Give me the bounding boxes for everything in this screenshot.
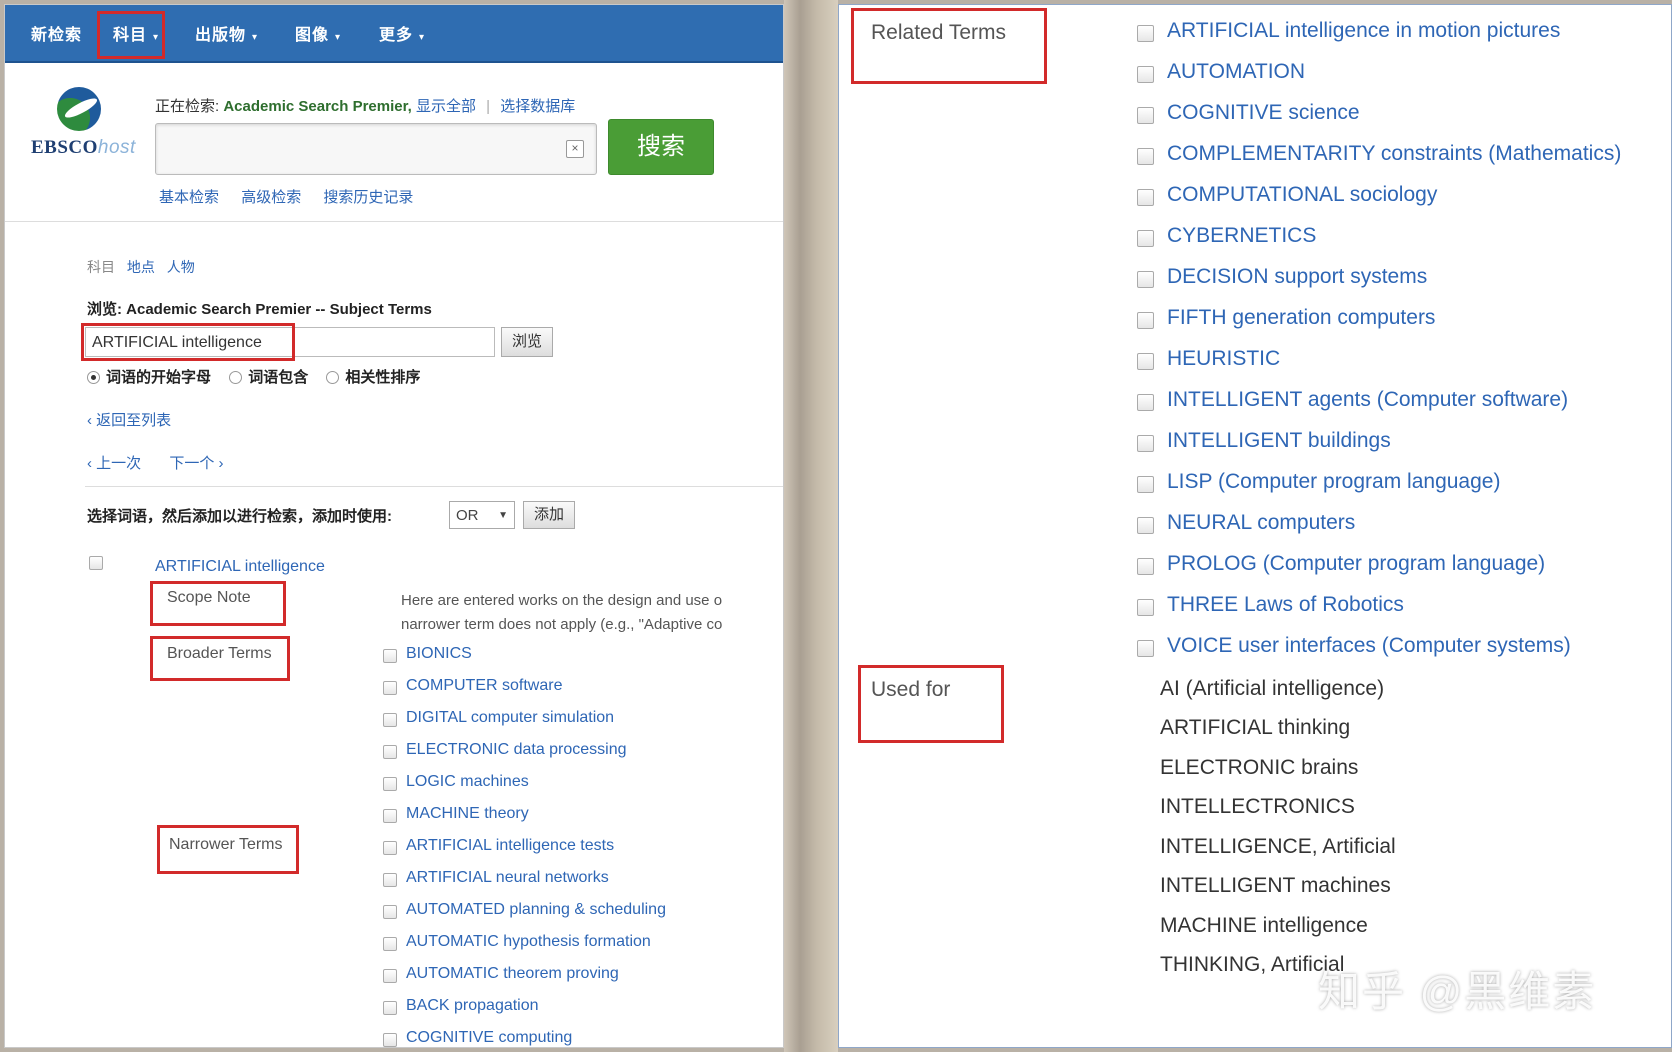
nav-publications[interactable]: 出版物 ▾ <box>195 21 258 45</box>
highlight-box-browse-input <box>81 323 295 361</box>
used-for-item: INTELLIGENT machines <box>1160 874 1391 897</box>
used-for-label: Used for <box>871 678 951 701</box>
add-instruction: 选择词语，然后添加以进行检索，添加时使用: <box>87 508 392 525</box>
scope-note-text: Here are entered works on the design and… <box>401 592 723 633</box>
term-checkbox[interactable] <box>383 1033 397 1047</box>
radio-starts-with[interactable]: 词语的开始字母 <box>87 369 211 386</box>
term-checkbox[interactable] <box>383 713 397 727</box>
pager: ‹ 上一次 下一个 › <box>87 452 248 473</box>
used-for-item: ARTIFICIAL thinking <box>1160 716 1351 739</box>
term-checkbox[interactable] <box>1137 230 1154 247</box>
term-checkbox[interactable] <box>383 937 397 951</box>
search-history-link[interactable]: 搜索历史记录 <box>323 189 413 206</box>
search-mode-links: 基本检索 高级检索 搜索历史记录 <box>159 186 431 207</box>
main-term-link[interactable]: ARTIFICIAL intelligence <box>155 558 325 576</box>
search-input[interactable]: × <box>155 123 597 175</box>
chevron-down-icon: ▾ <box>252 32 259 43</box>
nav-new-search[interactable]: 新检索 <box>31 21 82 45</box>
term-checkbox[interactable] <box>383 681 397 695</box>
top-navigation-bar: 新检索 科目 ▾ 出版物 ▾ 图像 ▾ 更多 ▾ <box>5 5 783 63</box>
term-checkbox[interactable] <box>1137 107 1154 124</box>
radio-selected-icon <box>87 370 100 384</box>
next-link[interactable]: 下一个 › <box>169 455 223 472</box>
previous-link[interactable]: ‹ 上一次 <box>87 455 141 472</box>
term-checkbox[interactable] <box>1137 435 1154 452</box>
term-checkbox[interactable] <box>1137 640 1154 657</box>
term-checkbox[interactable] <box>383 777 397 791</box>
term-checkbox[interactable] <box>1137 599 1154 616</box>
divider <box>5 221 783 222</box>
term-checkbox[interactable] <box>383 905 397 919</box>
highlight-box-subjects <box>97 11 165 59</box>
chevron-down-icon: ▾ <box>335 32 342 43</box>
highlight-box-used-for <box>858 665 1004 743</box>
used-for-item: THINKING, Artificial <box>1160 953 1345 976</box>
browse-button[interactable]: 浏览 <box>501 327 553 357</box>
main-term-checkbox[interactable] <box>89 556 103 570</box>
related-terms-panel: Related Terms ARTIFICIAL intelligence in… <box>838 4 1672 1048</box>
used-for-item: ELECTRONIC brains <box>1160 756 1359 779</box>
tab-places[interactable]: 地点 <box>127 259 155 275</box>
show-all-link[interactable]: 显示全部 <box>416 98 476 115</box>
term-checkbox[interactable] <box>1137 476 1154 493</box>
radio-icon <box>229 370 243 384</box>
ebsco-browse-panel: 新检索 科目 ▾ 出版物 ▾ 图像 ▾ 更多 ▾ EBSCOhost 正在检索: Aca… <box>4 4 784 1048</box>
operator-select[interactable]: OR ▼ <box>449 501 515 529</box>
advanced-search-link[interactable]: 高级检索 <box>241 189 301 206</box>
term-checkbox[interactable] <box>383 1001 397 1015</box>
chevron-down-icon: ▾ <box>419 32 426 43</box>
watermark: 知乎 @黑维素 <box>1318 968 1597 1015</box>
term-checkbox[interactable] <box>1137 312 1154 329</box>
nav-more[interactable]: 更多 ▾ <box>379 21 425 45</box>
radio-icon <box>326 370 340 384</box>
search-button[interactable]: 搜索 <box>608 119 714 175</box>
basic-search-link[interactable]: 基本检索 <box>159 189 219 206</box>
term-checkbox[interactable] <box>383 809 397 823</box>
term-checkbox[interactable] <box>1137 189 1154 206</box>
term-checkbox[interactable] <box>1137 353 1154 370</box>
term-checkbox[interactable] <box>1137 148 1154 165</box>
term-checkbox[interactable] <box>1137 66 1154 83</box>
add-button[interactable]: 添加 <box>523 501 575 529</box>
radio-relevance[interactable]: 相关性排序 <box>326 369 420 386</box>
window-divider <box>784 0 838 1052</box>
ebsco-logo-icon <box>57 87 101 131</box>
used-for-item: INTELLECTRONICS <box>1160 795 1355 818</box>
used-for-item: INTELLIGENCE, Artificial <box>1160 835 1396 858</box>
term-checkbox[interactable] <box>383 841 397 855</box>
highlight-box-related-terms <box>851 8 1047 84</box>
term-checkbox[interactable] <box>1137 25 1154 42</box>
broader-terms-label: Broader Terms <box>167 645 272 662</box>
scope-note-label: Scope Note <box>167 589 251 606</box>
tab-people[interactable]: 人物 <box>167 259 195 275</box>
clear-icon[interactable]: × <box>566 140 584 158</box>
searching-database-line: 正在检索: Academic Search Premier, 显示全部 | 选择… <box>155 98 576 115</box>
tab-subjects: 科目 <box>87 259 115 275</box>
term-checkbox[interactable] <box>383 649 397 663</box>
browse-mode-radios: 词语的开始字母 词语包含 相关性排序 <box>87 366 434 387</box>
used-for-item: MACHINE intelligence <box>1160 914 1368 937</box>
term-checkbox[interactable] <box>1137 394 1154 411</box>
browse-title: 浏览: Academic Search Premier -- Subject T… <box>87 301 432 318</box>
back-to-list-link[interactable]: ‹ 返回至列表 <box>87 409 171 430</box>
narrower-terms-label: Narrower Terms <box>169 836 283 853</box>
term-checkbox[interactable] <box>1137 517 1154 534</box>
used-for-item: AI (Artificial intelligence) <box>1160 677 1385 700</box>
choose-database-link[interactable]: 选择数据库 <box>500 98 575 115</box>
term-checkbox[interactable] <box>1137 271 1154 288</box>
radio-contains[interactable]: 词语包含 <box>229 369 308 386</box>
browse-type-tabs: 科目 地点 人物 <box>87 257 203 277</box>
term-checkbox[interactable] <box>1137 558 1154 575</box>
term-checkbox[interactable] <box>383 745 397 759</box>
related-terms-label: Related Terms <box>871 21 1007 44</box>
ebsco-logo-text: EBSCOhost <box>31 137 136 158</box>
divider <box>85 486 783 487</box>
chevron-down-icon: ▼ <box>498 510 508 521</box>
term-checkbox[interactable] <box>383 969 397 983</box>
nav-images[interactable]: 图像 ▾ <box>295 21 341 45</box>
term-checkbox[interactable] <box>383 873 397 887</box>
